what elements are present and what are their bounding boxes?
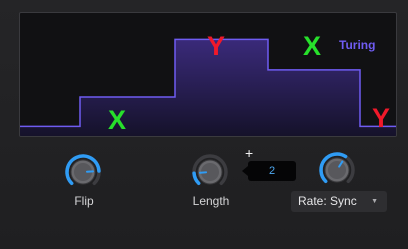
step-label-x: X (302, 31, 322, 61)
rate-dropdown[interactable]: Rate: Sync ▼ (291, 191, 387, 212)
length-label: Length (192, 194, 230, 208)
step-label-y: Y (206, 31, 226, 61)
sequence-display: X Y X Y Turing (19, 12, 397, 137)
chevron-down-icon: ▼ (371, 198, 378, 205)
rate-knob[interactable] (318, 151, 356, 189)
module-panel: X Y X Y Turing Flip Length + 2 Rate: Syn… (0, 0, 408, 249)
flip-knob[interactable] (64, 153, 102, 191)
knob-cap (328, 161, 346, 179)
flip-label: Flip (74, 194, 94, 208)
step-label-x: X (107, 105, 127, 135)
length-value-tooltip: 2 (242, 161, 296, 181)
length-knob[interactable] (191, 153, 229, 191)
crosshair-cursor-icon: + (245, 145, 254, 161)
step-label-y: Y (371, 103, 391, 133)
mode-label: Turing (339, 38, 376, 52)
rate-dropdown-value: Rate: Sync (298, 194, 357, 208)
